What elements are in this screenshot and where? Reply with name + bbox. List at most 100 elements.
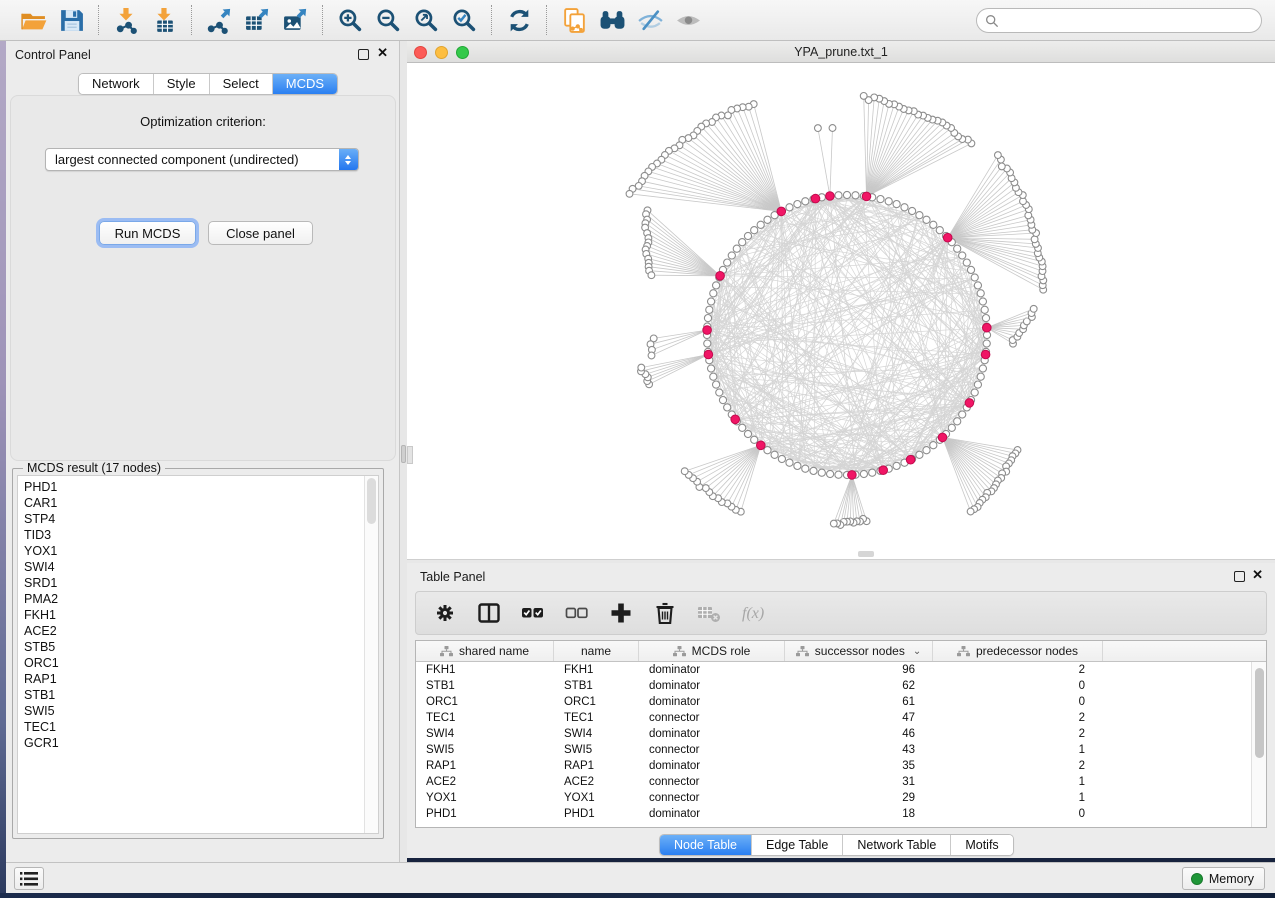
zoom-in-button[interactable] <box>331 4 369 36</box>
table-row[interactable]: FKH1FKH1dominator962 <box>416 662 1251 678</box>
status-bar: Memory <box>6 862 1275 893</box>
memory-button[interactable]: Memory <box>1182 867 1265 890</box>
cell-successor-nodes: 47 <box>785 710 933 726</box>
open-file-button[interactable] <box>14 4 52 36</box>
optimization-criterion-select[interactable]: largest connected component (undirected) <box>45 148 359 171</box>
mcds-result-item[interactable]: PMA2 <box>24 591 360 607</box>
status-menu-button[interactable] <box>14 867 44 890</box>
settings-gear-button[interactable] <box>430 598 460 628</box>
table-row[interactable]: TEC1TEC1connector472 <box>416 710 1251 726</box>
tab-edge-table[interactable]: Edge Table <box>752 835 843 855</box>
canvas-splitter-handle[interactable] <box>407 446 413 464</box>
cytoscape-app: Control Panel ✕ NetworkStyleSelectMCDS O… <box>0 0 1275 898</box>
column-header-shared-name[interactable]: shared name <box>416 641 554 661</box>
close-panel-button[interactable]: Close panel <box>208 221 313 245</box>
search-input[interactable] <box>1004 14 1244 28</box>
mcds-result-item[interactable]: FKH1 <box>24 607 360 623</box>
cell-shared-name: SWI4 <box>416 726 554 742</box>
mcds-result-item[interactable]: SRD1 <box>24 575 360 591</box>
table-row[interactable]: SWI5SWI5connector431 <box>416 742 1251 758</box>
table-row[interactable]: YOX1YOX1connector291 <box>416 790 1251 806</box>
close-table-panel-icon[interactable]: ✕ <box>1252 568 1263 582</box>
column-header-MCDS-role[interactable]: MCDS role <box>639 641 785 661</box>
cell-MCDS-role: dominator <box>639 758 785 774</box>
cell-name: PHD1 <box>554 806 639 822</box>
table-row[interactable]: PHD1PHD1dominator180 <box>416 806 1251 822</box>
close-panel-icon[interactable]: ✕ <box>377 46 388 60</box>
table-scrollbar[interactable] <box>1251 662 1266 827</box>
mcds-result-item[interactable]: STB1 <box>24 687 360 703</box>
float-panel-icon[interactable] <box>358 49 369 60</box>
network-canvas[interactable] <box>407 63 1275 560</box>
splitter-handle[interactable] <box>401 445 406 463</box>
zoom-out-button[interactable] <box>369 4 407 36</box>
tab-style[interactable]: Style <box>154 74 210 94</box>
table-row[interactable]: ACE2ACE2connector311 <box>416 774 1251 790</box>
export-table-button[interactable] <box>238 4 276 36</box>
cell-MCDS-role: dominator <box>639 662 785 678</box>
run-mcds-button[interactable]: Run MCDS <box>99 221 196 245</box>
import-network-button[interactable] <box>107 4 145 36</box>
column-panel-button[interactable] <box>474 598 504 628</box>
mcds-result-item[interactable]: STP4 <box>24 511 360 527</box>
table-row[interactable]: ORC1ORC1dominator610 <box>416 694 1251 710</box>
save-session-icon <box>58 7 85 34</box>
table-row[interactable]: RAP1RAP1dominator352 <box>416 758 1251 774</box>
mcds-result-item[interactable]: SWI5 <box>24 703 360 719</box>
tab-motifs[interactable]: Motifs <box>951 835 1012 855</box>
mcds-result-item[interactable]: RAP1 <box>24 671 360 687</box>
canvas-bottom-handle[interactable] <box>858 551 874 557</box>
import-table-button[interactable] <box>145 4 183 36</box>
tab-mcds[interactable]: MCDS <box>273 74 337 94</box>
show-all-button[interactable] <box>669 4 707 36</box>
mcds-list-scrollbar[interactable] <box>364 476 378 833</box>
tab-network-table[interactable]: Network Table <box>843 835 951 855</box>
refresh-layout-button[interactable] <box>500 4 538 36</box>
mcds-result-item[interactable]: SWI4 <box>24 559 360 575</box>
export-table-icon <box>244 7 271 34</box>
network-search-field[interactable] <box>976 8 1262 33</box>
network-graph[interactable] <box>407 63 1275 560</box>
mcds-result-list[interactable]: PHD1CAR1STP4TID3YOX1SWI4SRD1PMA2FKH1ACE2… <box>17 475 379 834</box>
table-scrollbar-thumb[interactable] <box>1255 668 1264 758</box>
zoom-selected-button[interactable] <box>445 4 483 36</box>
mcds-result-item[interactable]: CAR1 <box>24 495 360 511</box>
select-all-checkboxes-button[interactable] <box>518 598 548 628</box>
mcds-result-item[interactable]: PHD1 <box>24 479 360 495</box>
table-column-icon <box>673 646 686 657</box>
float-table-panel-icon[interactable] <box>1234 571 1245 582</box>
clone-network-button[interactable] <box>555 4 593 36</box>
tab-node-table[interactable]: Node Table <box>660 835 752 855</box>
cell-shared-name: FKH1 <box>416 662 554 678</box>
save-session-button[interactable] <box>52 4 90 36</box>
cell-MCDS-role: dominator <box>639 678 785 694</box>
table-header-row: shared namenameMCDS rolesuccessor nodes⌄… <box>416 641 1266 662</box>
hide-selected-button[interactable] <box>631 4 669 36</box>
tab-select[interactable]: Select <box>210 74 273 94</box>
control-panel-title: Control Panel <box>15 48 91 62</box>
column-header-name[interactable]: name <box>554 641 639 661</box>
add-column-button[interactable] <box>606 598 636 628</box>
mcds-result-item[interactable]: YOX1 <box>24 543 360 559</box>
panel-splitter[interactable] <box>400 41 407 862</box>
table-row[interactable]: STB1STB1dominator620 <box>416 678 1251 694</box>
search-binoculars-button[interactable] <box>593 4 631 36</box>
mcds-result-item[interactable]: TEC1 <box>24 719 360 735</box>
column-header-successor-nodes[interactable]: successor nodes⌄ <box>785 641 933 661</box>
delete-column-trash-button[interactable] <box>650 598 680 628</box>
cell-successor-nodes: 35 <box>785 758 933 774</box>
import-table-icon <box>151 7 178 34</box>
export-network-button[interactable] <box>200 4 238 36</box>
column-header-predecessor-nodes[interactable]: predecessor nodes <box>933 641 1103 661</box>
mcds-result-item[interactable]: GCR1 <box>24 735 360 751</box>
export-network-icon <box>206 7 233 34</box>
table-row[interactable]: SWI4SWI4dominator462 <box>416 726 1251 742</box>
mcds-result-item[interactable]: STB5 <box>24 639 360 655</box>
tab-network[interactable]: Network <box>79 74 154 94</box>
mcds-result-item[interactable]: ACE2 <box>24 623 360 639</box>
mcds-result-item[interactable]: TID3 <box>24 527 360 543</box>
zoom-fit-button[interactable] <box>407 4 445 36</box>
mcds-result-item[interactable]: ORC1 <box>24 655 360 671</box>
deselect-all-checkboxes-button[interactable] <box>562 598 592 628</box>
export-image-button[interactable] <box>276 4 314 36</box>
